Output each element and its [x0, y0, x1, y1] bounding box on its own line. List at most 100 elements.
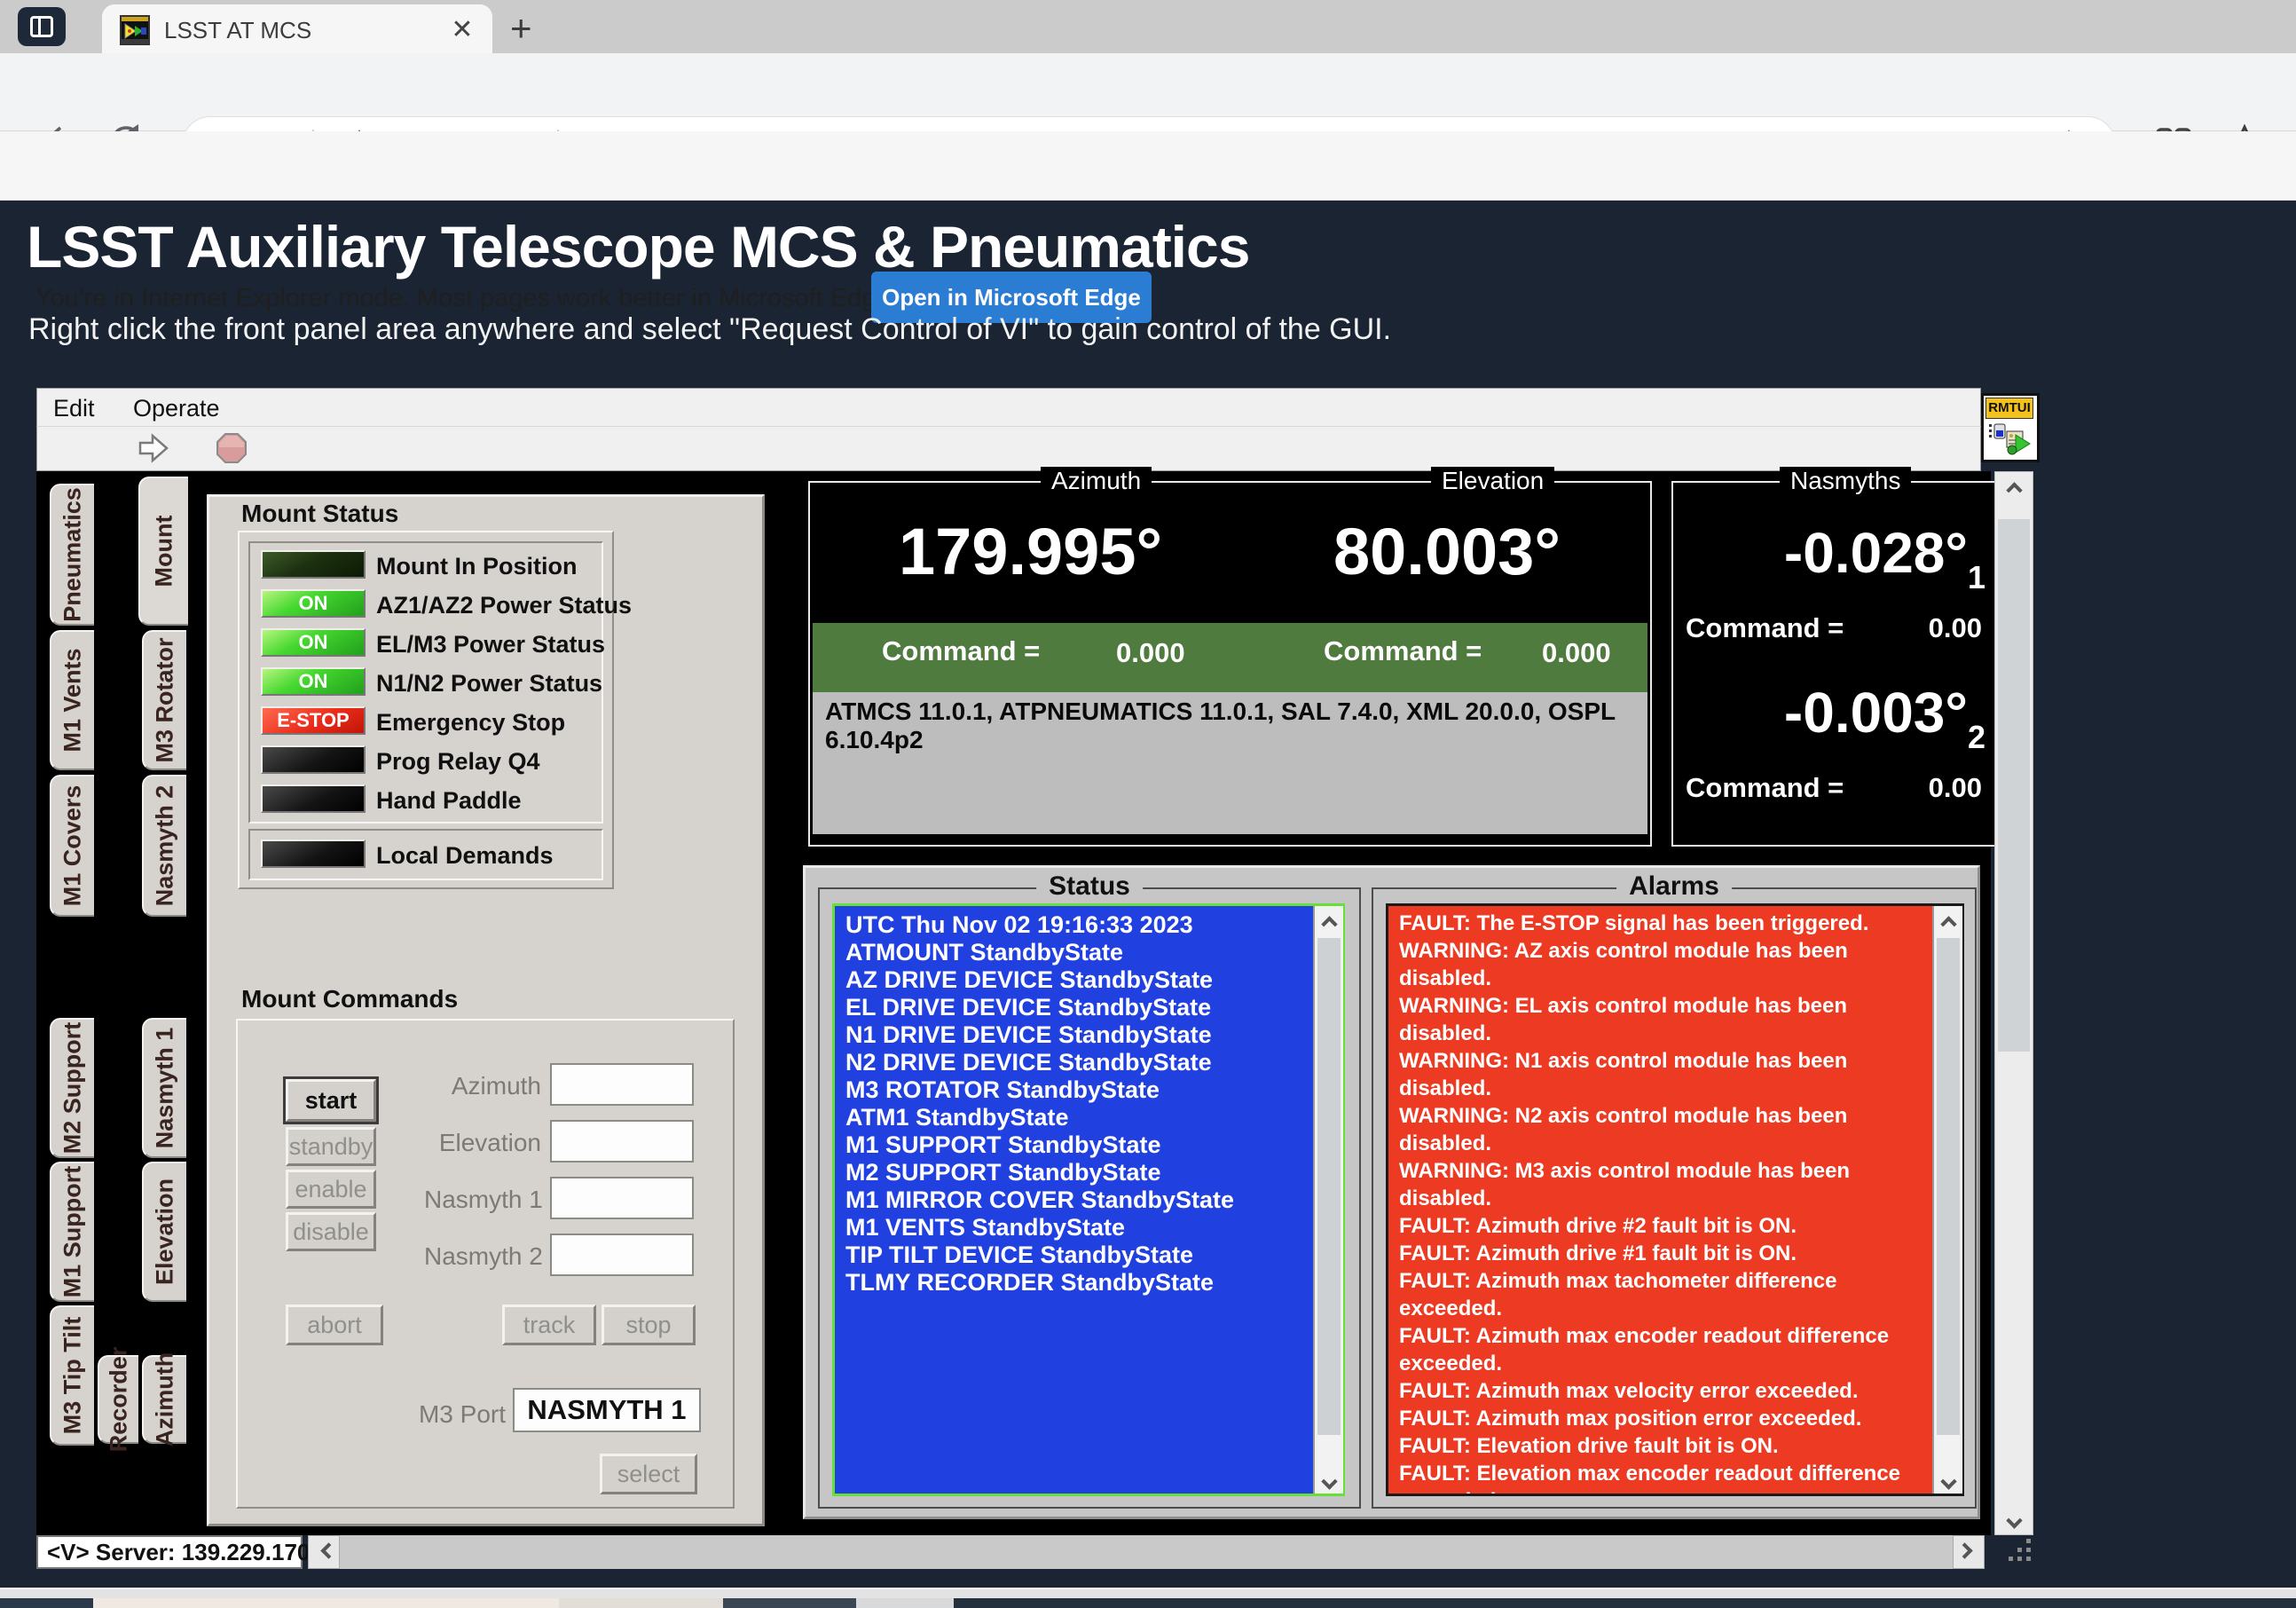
alarms-list[interactable]: FAULT: The E-STOP signal has been trigge… — [1386, 903, 1964, 1496]
new-tab-button[interactable]: + — [510, 7, 532, 50]
status-scroll-down-icon[interactable] — [1315, 1469, 1343, 1492]
azimuth-field-label: Azimuth — [451, 1072, 541, 1100]
hand-paddle-led — [261, 784, 366, 813]
elevation-value: 80.003° — [1333, 515, 1561, 588]
rmtui-icon — [1987, 422, 2033, 462]
nasmyth2-input[interactable] — [550, 1234, 694, 1276]
alarm-line: WARNING: AZ axis control module has been… — [1399, 939, 1848, 990]
lv-menu-bar: Edit Operate — [36, 388, 1981, 427]
version-line: ATMCS 11.0.1, ATPNEUMATICS 11.0.1, SAL 7… — [813, 692, 1647, 834]
track-button[interactable]: track — [502, 1305, 596, 1345]
mount-commands-title: Mount Commands — [241, 985, 459, 1013]
tab-elevation[interactable]: Elevation — [142, 1162, 186, 1302]
status-scroll-up-icon[interactable] — [1315, 906, 1343, 934]
tab-pneumatics[interactable]: Pneumatics — [50, 484, 94, 626]
nasmyth2-field-label: Nasmyth 2 — [424, 1242, 543, 1270]
mount-in-position-led — [261, 550, 366, 579]
panel-scroll-down-icon[interactable] — [1995, 1508, 2033, 1531]
tab-nasmyth-2[interactable]: Nasmyth 2 — [142, 775, 186, 917]
alarm-line: WARNING: N1 axis control module has been… — [1399, 1049, 1848, 1100]
tab-close-icon[interactable]: ✕ — [446, 15, 478, 47]
alarm-line: FAULT: The E-STOP signal has been trigge… — [1399, 911, 1869, 935]
tab-m2-support[interactable]: M2 Support — [50, 1018, 94, 1158]
tab-azimuth[interactable]: Azimuth — [142, 1352, 186, 1446]
local-demands-led — [261, 839, 366, 868]
taskbar-fragment — [723, 1598, 856, 1608]
status-list[interactable]: UTC Thu Nov 02 19:16:33 2023 ATMOUNT Stan… — [832, 903, 1345, 1496]
alarm-line: WARNING: M3 axis control module has been… — [1399, 1159, 1851, 1210]
tab-m1-vents[interactable]: M1 Vents — [50, 630, 94, 770]
alarms-scrollbar[interactable] — [1932, 906, 1962, 1494]
hscroll-left-button[interactable] — [308, 1535, 340, 1569]
azimuth-input[interactable] — [550, 1063, 694, 1106]
nasmyths-display-title: Nasmyths — [1780, 467, 1912, 495]
alarms-scroll-thumb[interactable] — [1937, 938, 1960, 1435]
alarm-line: FAULT: Azimuth drive #1 fault bit is ON. — [1399, 1241, 1797, 1265]
prog-relay-label: Prog Relay Q4 — [376, 748, 540, 775]
abort-button[interactable]: abort — [286, 1305, 383, 1345]
alarms-scroll-down-icon[interactable] — [1934, 1469, 1962, 1492]
azimuth-command-label: Command = — [882, 635, 1041, 666]
tab-m1-support[interactable]: M1 Support — [50, 1162, 94, 1302]
alarms-group: Alarms FAULT: The E-STOP signal has been… — [1372, 871, 1977, 1509]
rmtui-label: RMTUI — [1985, 398, 2033, 419]
nasmyth1-command-label: Command = — [1686, 612, 1844, 643]
tab-m3-rotator[interactable]: M3 Rotator — [142, 630, 186, 770]
run-icon[interactable] — [137, 432, 172, 469]
start-button[interactable]: start — [283, 1076, 379, 1124]
alarm-line: FAULT: Azimuth max velocity error exceed… — [1399, 1379, 1859, 1403]
command-band: Command = 0.000 Command = 0.000 — [813, 623, 1647, 692]
nasmyths-display: Nasmyths -0.028°1 Command = 0.00 -0.003°… — [1671, 467, 2001, 847]
az-el-display: Azimuth Elevation 179.995° 80.003° Comma… — [808, 467, 1652, 847]
select-button[interactable]: select — [600, 1454, 697, 1494]
tab-nasmyth-1[interactable]: Nasmyth 1 — [142, 1018, 186, 1158]
elevation-command-label: Command = — [1324, 635, 1482, 666]
tab-recorder[interactable]: Recorder — [98, 1347, 138, 1452]
panel-scroll-up-icon[interactable] — [1995, 472, 2033, 501]
status-alarms-panel: Status UTC Thu Nov 02 19:16:33 2023 ATMOU… — [803, 865, 1980, 1519]
tab-m1-covers[interactable]: M1 Covers — [50, 775, 94, 917]
nasmyth1-command-value: 0.00 — [1928, 612, 1982, 643]
enable-button[interactable]: enable — [286, 1170, 376, 1209]
alarms-scroll-up-icon[interactable] — [1934, 906, 1962, 934]
taskbar-fragment — [0, 1598, 93, 1608]
nasmyth1-input[interactable] — [550, 1177, 694, 1219]
standby-button[interactable]: standby — [286, 1127, 376, 1166]
menu-operate[interactable]: Operate — [133, 395, 220, 422]
tab-mount[interactable]: Mount — [138, 477, 188, 626]
stop-button[interactable]: stop — [602, 1305, 696, 1345]
hscroll-right-button[interactable] — [1953, 1535, 1985, 1569]
status-line: UTC Thu Nov 02 19:16:33 2023 — [845, 911, 1193, 938]
taskbar-fragment — [559, 1598, 723, 1608]
taskbar-fragment — [954, 1598, 2296, 1608]
browser-toolbar: e ! Not secure 139.229.170.47:8000/atmcs… — [0, 53, 2296, 173]
workspaces-icon[interactable] — [18, 7, 66, 46]
alarm-line: WARNING: N2 axis control module has been… — [1399, 1104, 1848, 1155]
m3-port-value: NASMYTH 1 — [513, 1388, 701, 1432]
tab-m3-tip-tilt[interactable]: M3 Tip Tilt — [50, 1305, 94, 1446]
status-scroll-thumb[interactable] — [1317, 938, 1341, 1435]
status-line: M1 VENTS StandbyState — [845, 1214, 1126, 1241]
taskbar-fragment — [856, 1598, 954, 1608]
rmtui-widget[interactable]: RMTUI — [1981, 393, 2040, 462]
panel-scroll-thumb[interactable] — [1998, 519, 2030, 1052]
abort-execution-icon[interactable] — [215, 431, 248, 469]
nasmyth2-subscript: 2 — [1967, 719, 1985, 755]
status-line: N2 DRIVE DEVICE StandbyState — [845, 1049, 1212, 1076]
elevation-input[interactable] — [550, 1120, 694, 1163]
alarm-line: FAULT: Azimuth max encoder readout diffe… — [1399, 1324, 1890, 1375]
alarm-line: WARNING: EL axis control module has been… — [1399, 994, 1847, 1045]
resize-grip[interactable] — [1996, 1537, 2039, 1569]
menu-edit[interactable]: Edit — [53, 395, 95, 422]
prog-relay-led — [261, 745, 366, 774]
nasmyth1-value: -0.028°1 — [1783, 521, 1985, 595]
nasmyth2-command-value: 0.00 — [1928, 772, 1982, 803]
elevation-command-value: 0.000 — [1542, 637, 1611, 668]
status-line: TIP TILT DEVICE StandbyState — [845, 1241, 1194, 1268]
alarm-line: FAULT: Azimuth drive #2 fault bit is ON. — [1399, 1214, 1797, 1238]
disable-button[interactable]: disable — [286, 1212, 376, 1251]
hscroll-track[interactable] — [340, 1535, 1953, 1569]
status-line: AZ DRIVE DEVICE StandbyState — [845, 966, 1214, 993]
browser-tab[interactable]: LSST AT MCS ✕ — [102, 4, 492, 53]
status-scrollbar[interactable] — [1313, 906, 1343, 1494]
